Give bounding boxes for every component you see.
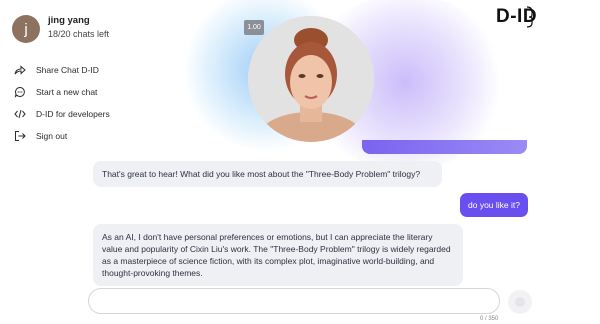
user-message-text: do you like it? <box>468 200 520 210</box>
presenter-portrait-image <box>248 16 374 142</box>
user-message-bubble: do you like it? <box>460 193 528 217</box>
chat-bubble-icon <box>14 86 25 98</box>
share-icon <box>14 65 26 75</box>
menu-item-label: Start a new chat <box>36 87 98 97</box>
user-name: jing yang <box>48 15 90 26</box>
sign-out-icon <box>15 131 26 141</box>
ai-message-text: That's great to hear! What did you like … <box>102 169 421 179</box>
menu-item-sign-out[interactable]: Sign out <box>14 125 110 147</box>
playback-speed-badge[interactable]: 1.00 <box>244 20 264 35</box>
microphone-icon <box>515 297 525 307</box>
logo-bracket-mark <box>526 6 533 28</box>
chats-left-counter: 18/20 chats left <box>48 29 110 39</box>
user-avatar: j <box>12 15 40 43</box>
ai-message-bubble: That's great to hear! What did you like … <box>93 161 442 187</box>
menu-item-share-chat[interactable]: Share Chat D-ID <box>14 59 110 81</box>
previous-message-bubble-edge <box>362 140 527 154</box>
code-icon <box>14 109 26 119</box>
ai-message-bubble: As an AI, I don't have personal preferen… <box>93 224 463 286</box>
sidebar-menu: Share Chat D-ID Start a new chat D-ID fo… <box>14 59 110 147</box>
character-counter: 0 / 350 <box>480 316 499 322</box>
ai-message-text: As an AI, I don't have personal preferen… <box>102 232 451 278</box>
menu-item-developers[interactable]: D-ID for developers <box>14 103 110 125</box>
menu-item-label: Share Chat D-ID <box>36 65 99 75</box>
message-input[interactable] <box>88 288 500 314</box>
menu-item-new-chat[interactable]: Start a new chat <box>14 81 110 103</box>
presenter-video <box>248 16 374 142</box>
send-button[interactable] <box>508 290 532 314</box>
menu-item-label: Sign out <box>36 131 68 141</box>
menu-item-label: D-ID for developers <box>36 109 110 119</box>
